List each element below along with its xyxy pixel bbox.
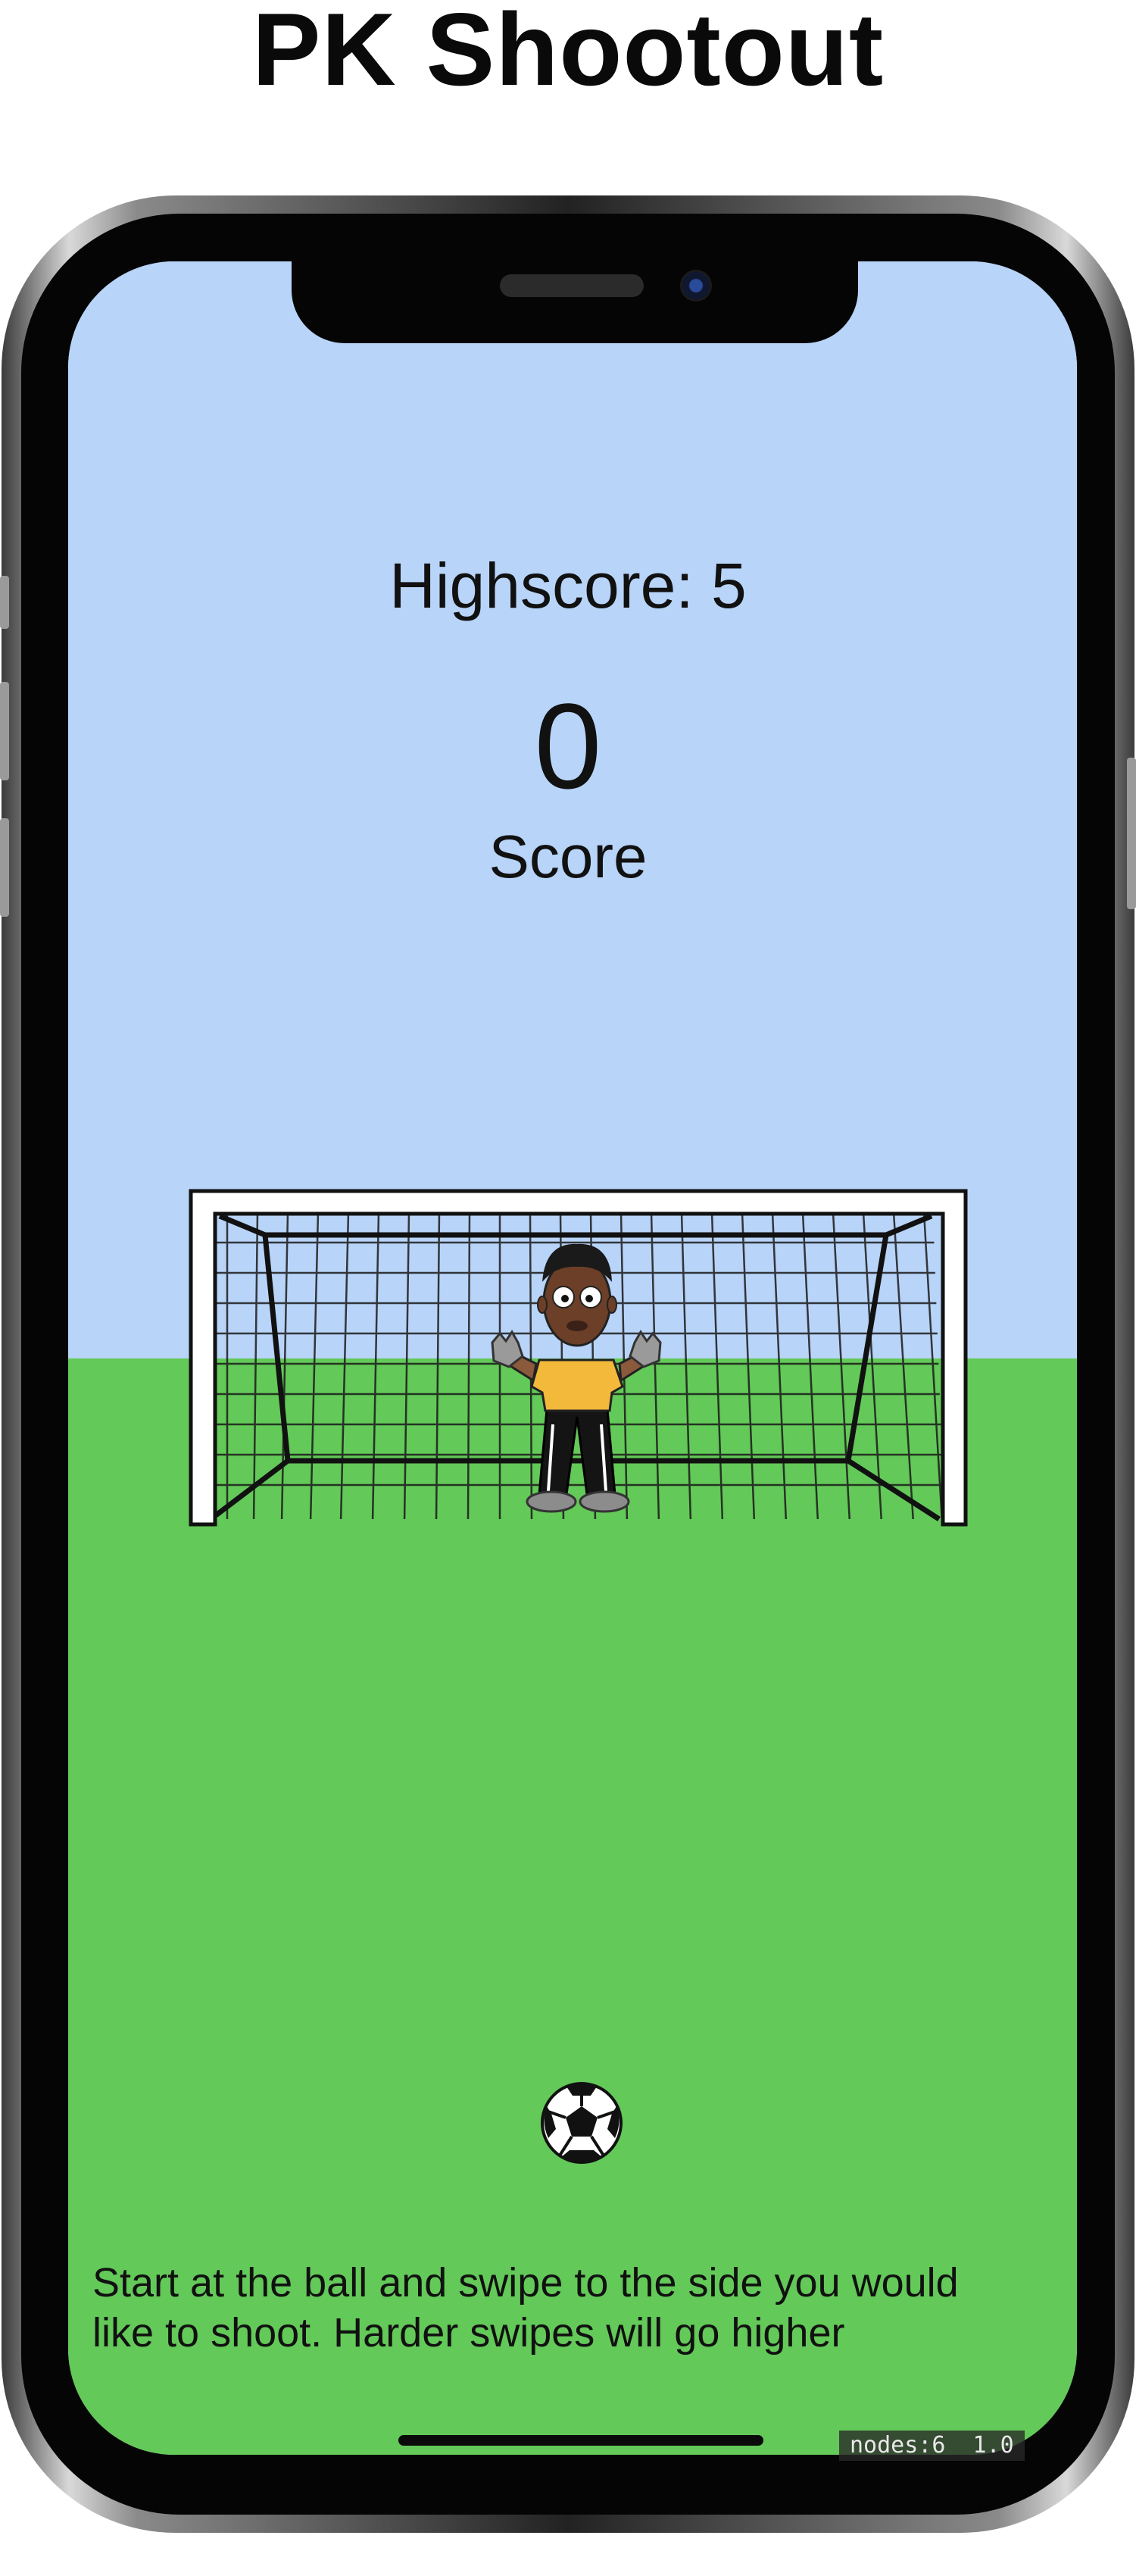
goal-scene	[189, 1189, 968, 2164]
home-indicator[interactable]	[398, 2435, 763, 2446]
soccer-ball-icon[interactable]	[541, 2082, 623, 2164]
goalkeeper-character	[491, 1243, 662, 1513]
debug-stats-overlay: nodes:6 1.0	[839, 2431, 1025, 2461]
app-screenshot: PK Shootout Highscore: 5 0 Score Start a…	[0, 0, 1136, 2576]
goal-frame	[189, 1189, 968, 1527]
instructions-text: Start at the ball and swipe to the side …	[92, 2260, 959, 2356]
